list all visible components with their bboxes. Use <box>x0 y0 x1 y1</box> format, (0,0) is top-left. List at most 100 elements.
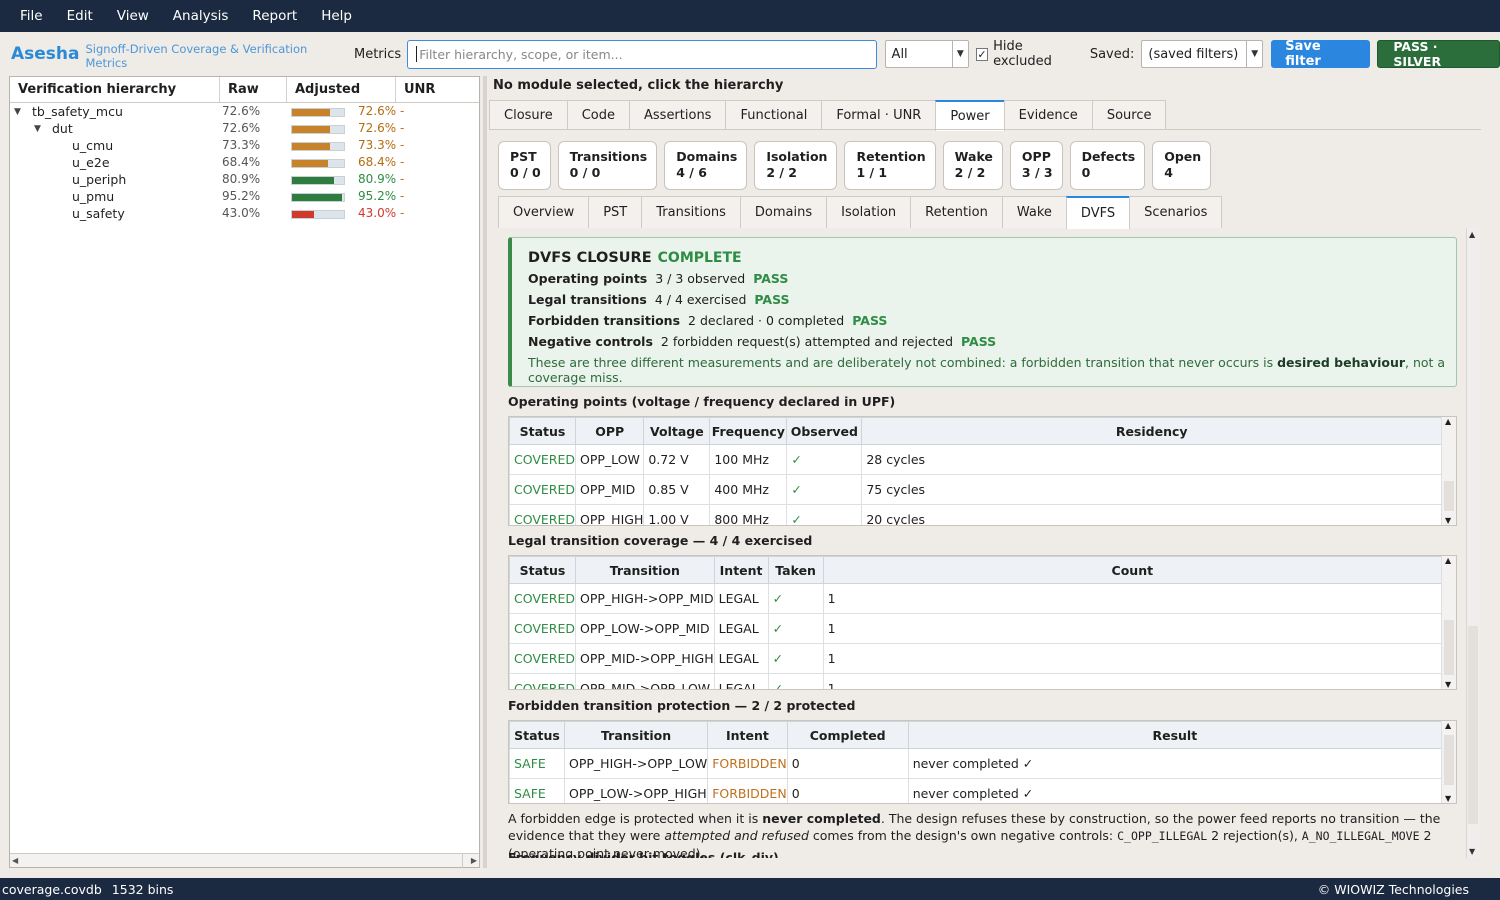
tab-assertions[interactable]: Assertions <box>629 100 727 130</box>
tab-code[interactable]: Code <box>566 100 630 130</box>
subtab-wake[interactable]: Wake <box>1001 196 1067 228</box>
search-input[interactable]: Filter hierarchy, scope, or item... <box>407 39 877 69</box>
scroll-thumb[interactable] <box>1444 481 1454 511</box>
scroll-thumb[interactable] <box>1444 735 1454 785</box>
column-header[interactable]: Status <box>509 556 577 584</box>
col-hierarchy[interactable]: Verification hierarchy <box>10 77 220 102</box>
tab-source[interactable]: Source <box>1091 100 1167 130</box>
horizontal-scrollbar[interactable]: ◀ ▶ <box>10 853 479 868</box>
scroll-right-icon[interactable]: ▶ <box>471 856 477 865</box>
summary-card-isolation[interactable]: Isolation 2 / 2 <box>754 141 838 190</box>
scroll-thumb[interactable] <box>1468 626 1478 824</box>
column-header[interactable]: Frequency <box>709 417 788 445</box>
subtab-retention[interactable]: Retention <box>910 196 1003 228</box>
table-scrollbar[interactable]: ▲ ▼ <box>1441 721 1456 803</box>
tab-power[interactable]: Power <box>935 100 1005 131</box>
summary-card-wake[interactable]: Wake 2 / 2 <box>942 141 1003 190</box>
col-adjusted[interactable]: Adjusted <box>287 77 396 102</box>
subtab-overview[interactable]: Overview <box>498 196 590 228</box>
column-header[interactable]: Observed <box>786 417 863 445</box>
subtab-scenarios[interactable]: Scenarios <box>1129 196 1223 228</box>
checkbox-checked-icon[interactable]: ✓ <box>975 47 989 61</box>
table-row[interactable]: COVERED OPP_LOW 0.72 V 100 MHz ✓ 28 cycles <box>509 444 1442 475</box>
scroll-up-icon[interactable]: ▲ <box>1445 417 1451 426</box>
tab-functional[interactable]: Functional <box>725 100 823 130</box>
col-raw[interactable]: Raw <box>220 77 287 102</box>
expand-triangle-icon[interactable]: ▼ <box>14 107 21 117</box>
tree-row[interactable]: ▼ dut 72.6% 72.6% - <box>10 121 479 138</box>
tab-formal-unr[interactable]: Formal · UNR <box>821 100 937 130</box>
tree-row[interactable]: u_periph 80.9% 80.9% - <box>10 172 479 189</box>
column-header[interactable]: Voltage <box>643 417 711 445</box>
summary-card-retention[interactable]: Retention 1 / 1 <box>844 141 936 190</box>
menu-view[interactable]: View <box>105 8 161 24</box>
column-header[interactable]: Transition <box>563 721 709 749</box>
summary-card-transitions[interactable]: Transitions 0 / 0 <box>557 141 658 190</box>
column-header[interactable]: Completed <box>786 721 909 749</box>
subtab-pst[interactable]: PST <box>588 196 643 228</box>
hierarchy-tree: ▼ tb_safety_mcu 72.6% 72.6% - ▼ dut 72.6% 72.6% -… <box>10 103 479 223</box>
table-row[interactable]: COVERED OPP_MID->OPP_LOW LEGAL ✓ 1 <box>509 673 1443 689</box>
column-header[interactable]: Residency <box>861 417 1442 445</box>
table-scrollbar[interactable]: ▲ ▼ <box>1441 417 1456 525</box>
table-row[interactable]: COVERED OPP_MID->OPP_HIGH LEGAL ✓ 1 <box>509 643 1443 674</box>
column-header[interactable]: Count <box>822 556 1443 584</box>
subtab-dvfs[interactable]: DVFS <box>1065 196 1131 229</box>
subtab-domains[interactable]: Domains <box>739 196 828 228</box>
tree-row[interactable]: u_safety 43.0% 43.0% - <box>10 206 479 223</box>
scroll-up-icon[interactable]: ▲ <box>1445 556 1451 565</box>
column-header[interactable]: Status <box>509 721 565 749</box>
save-filter-button[interactable]: Save filter <box>1271 39 1371 69</box>
table-row[interactable]: COVERED OPP_HIGH->OPP_MID LEGAL ✓ 1 <box>509 583 1443 614</box>
column-header[interactable]: Status <box>509 417 577 445</box>
summary-card-pst[interactable]: PST 0 / 0 <box>498 141 551 190</box>
table-row[interactable]: COVERED OPP_LOW->OPP_MID LEGAL ✓ 1 <box>509 613 1443 644</box>
summary-card-domains[interactable]: Domains 4 / 6 <box>664 141 748 190</box>
scope-filter-select[interactable]: All ▼ <box>884 40 969 68</box>
content-scrollbar[interactable]: ▲ ▼ <box>1466 228 1480 858</box>
table-row[interactable]: COVERED OPP_MID 0.85 V 400 MHz ✓ 75 cycles <box>509 474 1442 505</box>
summary-card-open[interactable]: Open 4 <box>1152 141 1212 190</box>
column-header[interactable]: Intent <box>707 721 788 749</box>
summary-card-defects[interactable]: Defects 0 <box>1069 141 1146 190</box>
column-header[interactable]: Taken <box>767 556 824 584</box>
table-cell: OPP_LOW->OPP_MID <box>575 613 715 644</box>
scroll-down-icon[interactable]: ▼ <box>1445 680 1451 689</box>
scroll-up-icon[interactable]: ▲ <box>1445 721 1451 730</box>
tree-row[interactable]: u_e2e 68.4% 68.4% - <box>10 155 479 172</box>
saved-filters-select[interactable]: (saved filters) ▼ <box>1141 40 1264 68</box>
tab-evidence[interactable]: Evidence <box>1003 100 1093 130</box>
signoff-status-button[interactable]: PASS · SILVER <box>1377 39 1500 69</box>
menu-edit[interactable]: Edit <box>55 8 105 24</box>
menu-analysis[interactable]: Analysis <box>161 8 241 24</box>
col-unr[interactable]: UNR <box>396 77 479 102</box>
scroll-thumb[interactable] <box>1444 620 1454 675</box>
expand-triangle-icon[interactable]: ▼ <box>34 124 41 134</box>
table-row[interactable]: COVERED OPP_HIGH 1.00 V 800 MHz ✓ 20 cycles <box>509 504 1442 525</box>
column-header[interactable]: Intent <box>713 556 769 584</box>
subtab-isolation[interactable]: Isolation <box>826 196 912 228</box>
column-header[interactable]: OPP <box>575 417 645 445</box>
scroll-down-icon[interactable]: ▼ <box>1445 794 1451 803</box>
subtab-transitions[interactable]: Transitions <box>641 196 741 228</box>
scroll-left-icon[interactable]: ◀ <box>12 856 18 865</box>
column-header[interactable]: Result <box>907 721 1443 749</box>
scroll-down-icon[interactable]: ▼ <box>1469 847 1475 856</box>
tree-row[interactable]: u_pmu 95.2% 95.2% - <box>10 189 479 206</box>
splitter-handle[interactable] <box>483 76 487 868</box>
main-tabs: Closure Code Assertions Functional Formal · … <box>489 100 1167 131</box>
scroll-down-icon[interactable]: ▼ <box>1445 516 1451 525</box>
tree-row[interactable]: ▼ tb_safety_mcu 72.6% 72.6% - <box>10 104 479 121</box>
column-header[interactable]: Transition <box>575 556 715 584</box>
table-scrollbar[interactable]: ▲ ▼ <box>1441 556 1456 689</box>
scroll-up-icon[interactable]: ▲ <box>1469 230 1475 239</box>
tree-row[interactable]: u_cmu 73.3% 73.3% - <box>10 138 479 155</box>
tab-closure[interactable]: Closure <box>489 100 568 130</box>
menu-file[interactable]: File <box>8 8 55 24</box>
table-row[interactable]: SAFE OPP_LOW->OPP_HIGH FORBIDDEN 0 never com… <box>509 778 1443 803</box>
menu-help[interactable]: Help <box>309 8 364 24</box>
table-row[interactable]: SAFE OPP_HIGH->OPP_LOW FORBIDDEN 0 never com… <box>509 748 1443 779</box>
menu-report[interactable]: Report <box>240 8 309 24</box>
summary-card-opp[interactable]: OPP 3 / 3 <box>1009 141 1063 190</box>
hide-excluded-toggle[interactable]: ✓ Hide excluded <box>975 39 1080 69</box>
